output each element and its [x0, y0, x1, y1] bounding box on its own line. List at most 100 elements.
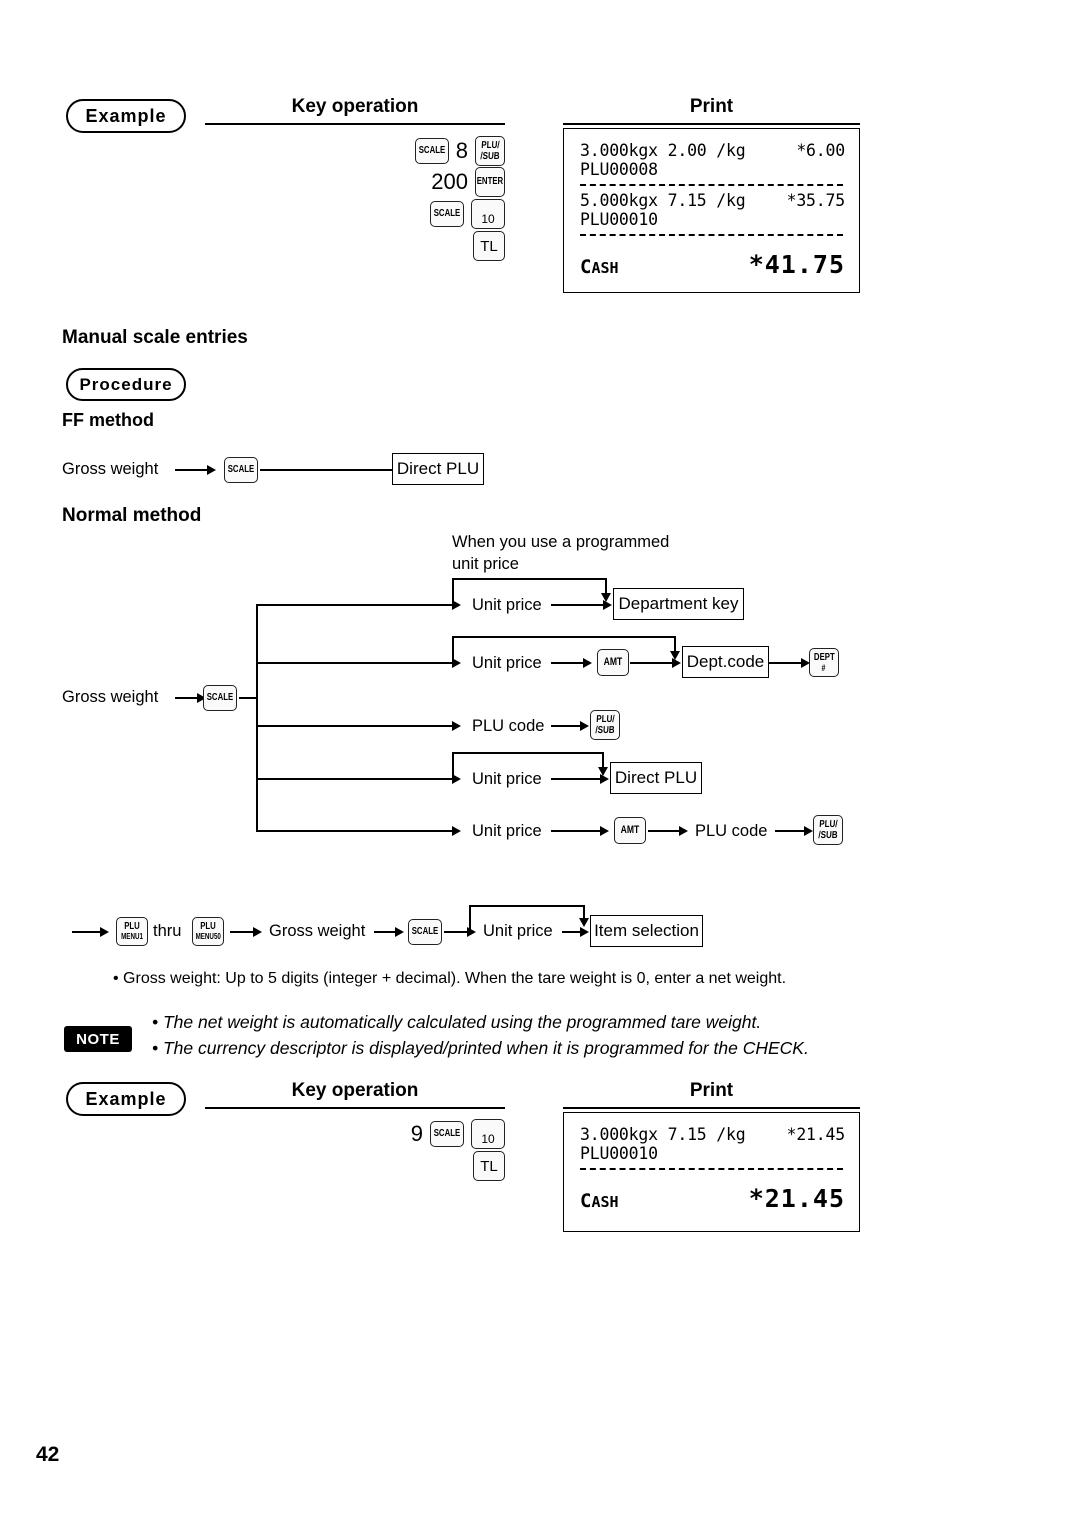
- branch2-amt-key[interactable]: AMT: [597, 649, 629, 676]
- note-line-1: • The net weight is automatically calcul…: [152, 1012, 762, 1032]
- enter-key[interactable]: ENTER: [475, 167, 505, 197]
- key-operation-sequence-bottom: 9 SCALE 10 TL: [300, 1118, 505, 1182]
- branch3-plu-sub-key[interactable]: PLU/ /SUB: [590, 710, 620, 740]
- receipt-top-divider-1: [580, 184, 843, 186]
- dept-number-key[interactable]: DEPT #: [809, 648, 839, 677]
- bottom-department-10-key[interactable]: 10: [471, 1119, 505, 1149]
- bottom-tl-key-label: TL: [480, 1157, 498, 1175]
- receipt-top-row1-amount: *6.00: [796, 141, 845, 160]
- receipt-top-divider-2: [580, 234, 843, 236]
- dept-number-key-label-bottom: #: [822, 662, 826, 673]
- ff-scale-key[interactable]: SCALE: [224, 457, 258, 483]
- menu-row-scale-key[interactable]: SCALE: [408, 919, 442, 945]
- branch3-line-2: [551, 725, 582, 727]
- branch2-line-2: [551, 662, 585, 664]
- receipt-top-row1-left: 3.000kgx 2.00 /kg: [580, 141, 746, 160]
- branch2-bypass-top: [452, 636, 676, 638]
- normal-gross-arrow-line: [175, 697, 199, 699]
- receipt-top-total-label: CASH: [580, 256, 619, 278]
- branch4-unit-price-label: Unit price: [472, 770, 542, 788]
- branch5-line: [256, 830, 452, 832]
- menu-row-unit-price-label: Unit price: [483, 922, 553, 940]
- receipt-bottom-row1-left: 3.000kgx 7.15 /kg: [580, 1125, 746, 1144]
- branch3-plu-sub-key-label-bottom: /SUB: [595, 724, 615, 736]
- bottom-scale-key[interactable]: SCALE: [430, 1121, 464, 1147]
- note-badge-label: NOTE: [76, 1030, 120, 1048]
- ff-method-title: FF method: [62, 410, 154, 430]
- receipt-top-row2: 5.000kgx 7.15 /kg *35.75: [580, 191, 845, 210]
- plu-menu1-key-label-top: PLU: [124, 921, 140, 932]
- branch2-line-3: [630, 662, 674, 664]
- bottom-tl-key[interactable]: TL: [473, 1151, 505, 1181]
- example-badge-top-label: Example: [85, 105, 167, 126]
- department-10-key[interactable]: 10: [471, 199, 505, 229]
- menu-row-arrow-3: [395, 927, 404, 937]
- branch5-plu-sub-key-label-bottom: /SUB: [818, 829, 838, 841]
- branch3-arrow-head-2: [580, 721, 589, 731]
- number-200-label: 200: [431, 169, 468, 194]
- menu-row-arrow-5: [580, 927, 589, 937]
- normal-scale-key-label: SCALE: [206, 692, 234, 703]
- key-operation-header-top: Key operation: [205, 96, 505, 125]
- example-badge-bottom-label: Example: [85, 1088, 167, 1109]
- ff-method-flow: Gross weight SCALE Direct PLU: [62, 452, 492, 488]
- ff-scale-key-label: SCALE: [227, 464, 255, 475]
- receipt-bottom-total-amount: *21.45: [748, 1184, 845, 1213]
- receipt-bottom-row1: 3.000kgx 7.15 /kg *21.45: [580, 1125, 845, 1144]
- note-line-2: • The currency descriptor is displayed/p…: [152, 1038, 809, 1058]
- menu-row-line-3: [374, 931, 397, 933]
- section-title-manual-scale-entries: Manual scale entries: [62, 327, 248, 348]
- branch5-line-2: [551, 830, 602, 832]
- receipt-bottom-row1-amount: *21.45: [786, 1125, 846, 1144]
- plu-menu50-key[interactable]: PLU MENU50: [192, 917, 224, 946]
- branch5-arrow-head-4: [804, 826, 813, 836]
- branch4-line-2: [551, 778, 602, 780]
- branch5-line-3: [648, 830, 681, 832]
- department-key-box: Department key: [613, 588, 744, 620]
- tl-key[interactable]: TL: [473, 231, 505, 261]
- branch5-plu-code-label: PLU code: [695, 822, 768, 840]
- scale-key-2[interactable]: SCALE: [430, 201, 464, 227]
- plu-sub-key[interactable]: PLU/ /SUB: [475, 136, 505, 166]
- procedure-badge: Procedure: [66, 368, 186, 401]
- scale-key-2-label: SCALE: [433, 208, 461, 219]
- key-operation-header-bottom-label: Key operation: [291, 1080, 419, 1101]
- branch2-line-4: [769, 662, 803, 664]
- gross-weight-bullet: • Gross weight: Up to 5 digits (integer …: [113, 970, 787, 987]
- ff-arrow-line-1: [175, 469, 209, 471]
- plu-menu1-key[interactable]: PLU MENU1: [116, 917, 148, 946]
- plu-menu1-key-label-bottom: MENU1: [121, 932, 143, 941]
- receipt-bottom-row1-plu: PLU00010: [580, 1144, 658, 1163]
- menu-row-gross-weight-label: Gross weight: [269, 922, 366, 940]
- branch1-line: [256, 604, 452, 606]
- menu-row-bypass-arrow: [579, 918, 589, 927]
- plu-menu50-key-label-bottom: MENU50: [195, 932, 221, 941]
- example-badge-bottom: Example: [66, 1082, 186, 1116]
- bottom-scale-key-label: SCALE: [433, 1128, 461, 1139]
- direct-plu-box: Direct PLU: [610, 762, 702, 794]
- branch5-line-4: [775, 830, 806, 832]
- procedure-badge-label: Procedure: [79, 374, 173, 394]
- dept-code-box-label: Dept.code: [686, 652, 765, 671]
- branch5-plu-sub-key[interactable]: PLU/ /SUB: [813, 815, 843, 845]
- branch2-bypass-arrow: [670, 651, 680, 660]
- branch1-line-2: [551, 604, 605, 606]
- branch2-line: [256, 662, 452, 664]
- key-operation-sequence-top: SCALE 8 PLU/ /SUB 200 ENTER SCALE 10 TL: [300, 136, 505, 262]
- item-selection-box-label: Item selection: [594, 921, 699, 940]
- plu-sub-key-label-bottom: /SUB: [480, 150, 500, 162]
- branch5-amt-key[interactable]: AMT: [614, 817, 646, 844]
- receipt-top-row1-plu: PLU00008: [580, 160, 658, 179]
- normal-scale-key[interactable]: SCALE: [203, 685, 237, 711]
- branch5-plu-sub-key-label-top: PLU/: [818, 818, 838, 830]
- bottom-department-10-key-label: 10: [481, 1132, 495, 1146]
- direct-plu-box-label: Direct PLU: [614, 768, 698, 787]
- programmed-unit-price-note-line2: unit price: [452, 555, 519, 573]
- scale-key-label: SCALE: [418, 145, 445, 156]
- scale-key[interactable]: SCALE: [414, 138, 449, 164]
- receipt-top: 3.000kgx 2.00 /kg *6.00 PLU00008 5.000kg…: [563, 128, 860, 293]
- normal-method-title: Normal method: [62, 505, 202, 526]
- digit-9-label: 9: [410, 1121, 423, 1146]
- branch2-arrow-head-2: [583, 658, 592, 668]
- print-header-top: Print: [563, 96, 860, 125]
